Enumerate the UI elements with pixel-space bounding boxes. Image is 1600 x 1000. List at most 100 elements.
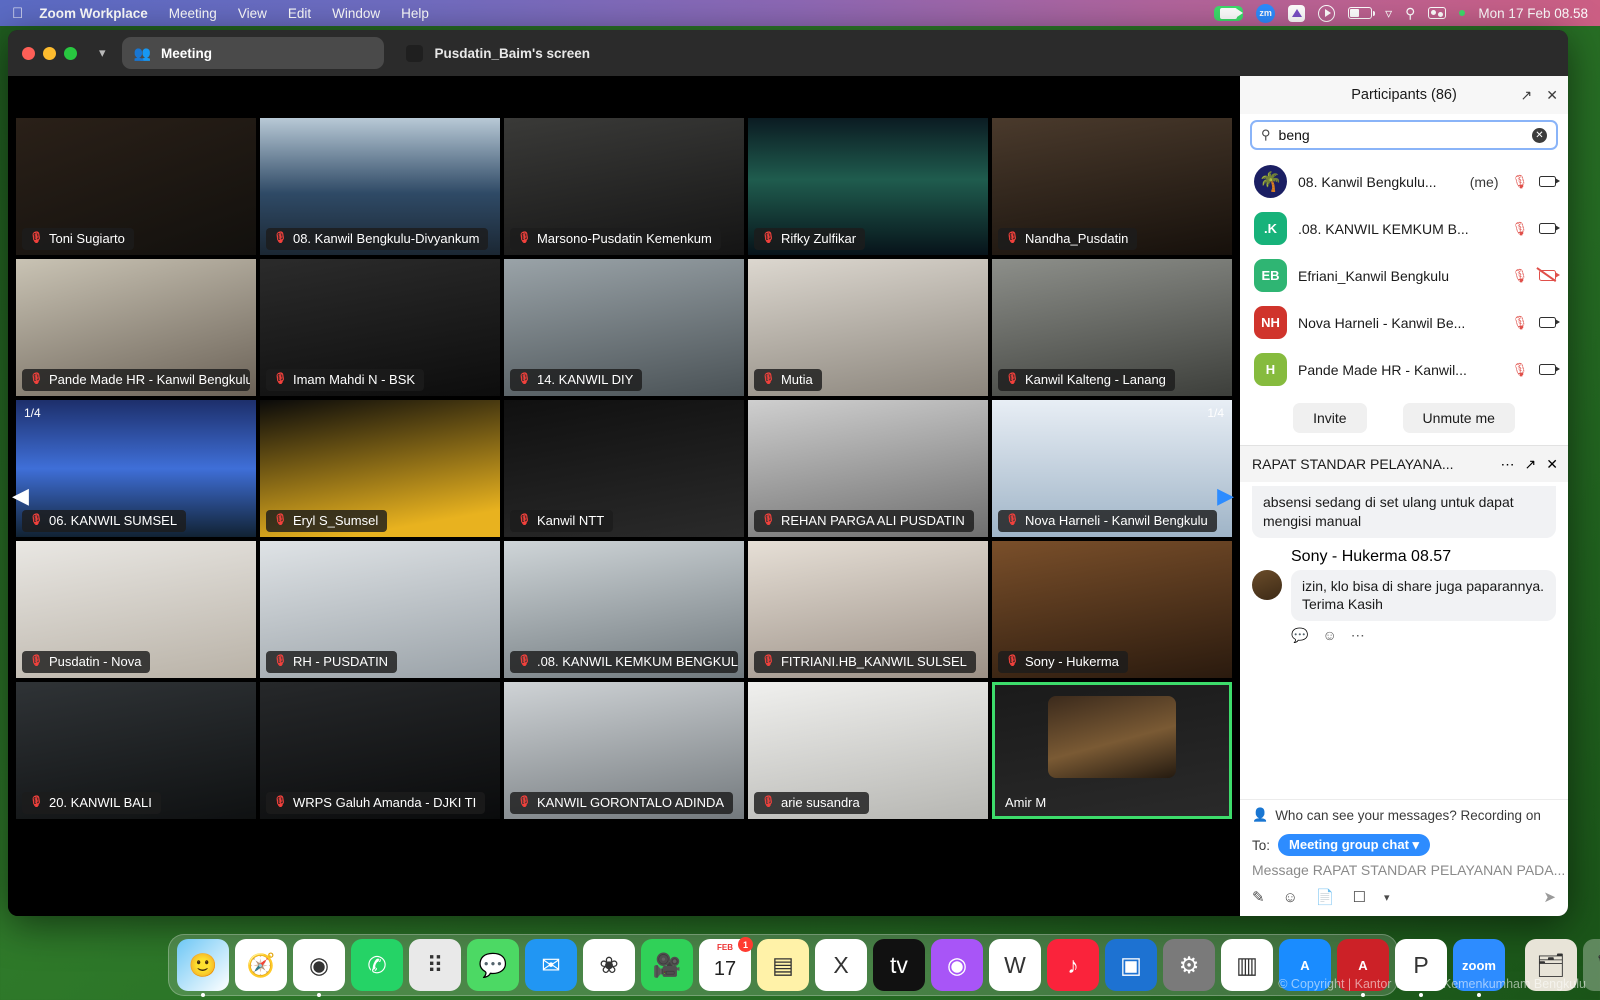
video-tile[interactable]: 🎙 Sony - Hukerma [992, 541, 1232, 678]
video-tile[interactable]: Amir M [992, 682, 1232, 819]
menu-item-edit[interactable]: Edit [288, 6, 311, 21]
video-tile[interactable]: 🎙 Toni Sugiarto [16, 118, 256, 255]
mic-muted-icon[interactable]: 🎙 [1511, 362, 1528, 378]
video-tile[interactable]: 🎙 Kanwil NTT [504, 400, 744, 537]
spotlight-search-icon[interactable]: ⚲ [1405, 5, 1415, 22]
camera-on-icon[interactable] [1539, 317, 1560, 328]
chat-recipient-dropdown[interactable]: Meeting group chat ▾ [1278, 834, 1431, 856]
settings-icon[interactable]: ⚙ [1163, 939, 1215, 991]
menu-item-zoom-workplace[interactable]: Zoom Workplace [39, 6, 148, 21]
word-icon[interactable]: W [989, 939, 1041, 991]
reply-icon[interactable]: 💬 [1291, 627, 1308, 644]
video-tile[interactable]: 🎙 WRPS Galuh Amanda - DJKI TI [260, 682, 500, 819]
menu-item-help[interactable]: Help [401, 6, 429, 21]
appletv-icon[interactable]: tv [873, 939, 925, 991]
video-tile[interactable]: 🎙 Marsono-Pusdatin Kemenkum [504, 118, 744, 255]
mic-muted-icon[interactable]: 🎙 [1511, 174, 1528, 190]
unmute-me-button[interactable]: Unmute me [1402, 403, 1515, 433]
camera-on-icon[interactable] [1539, 364, 1560, 375]
video-tile[interactable]: 🎙 Nova Harneli - Kanwil Bengkulu 1/4 [992, 400, 1232, 537]
tab-meeting[interactable]: 👥 Meeting [121, 37, 384, 69]
zoom-menu-icon[interactable]: zm [1256, 3, 1276, 23]
clear-icon[interactable]: ✕ [1532, 127, 1547, 143]
chat-popout-icon[interactable]: ↗ [1525, 457, 1537, 471]
battery-charging-icon[interactable] [1348, 7, 1376, 19]
finder-icon[interactable]: 🙂 [177, 939, 229, 997]
popout-icon[interactable]: ↗ [1521, 88, 1533, 102]
messages-icon[interactable]: 💬 [467, 939, 519, 991]
participant-row[interactable]: 🌴 08. Kanwil Bengkulu... (me) 🎙 [1240, 158, 1568, 205]
control-center-icon[interactable] [1428, 7, 1447, 19]
menu-item-view[interactable]: View [238, 6, 267, 21]
participant-row[interactable]: .K .08. KANWIL KEMKUM B... 🎙 [1240, 205, 1568, 252]
participant-row[interactable]: H Pande Made HR - Kanwil... 🎙 [1240, 346, 1568, 393]
invite-button[interactable]: Invite [1293, 403, 1367, 433]
video-tile[interactable]: 🎙 Rifky Zulfikar [748, 118, 988, 255]
menu-item-window[interactable]: Window [332, 6, 380, 21]
next-page-arrow[interactable]: ▶ [1217, 483, 1234, 509]
video-tile[interactable]: 🎙 Nandha_Pusdatin [992, 118, 1232, 255]
screen-share-indicator[interactable]: Pusdatin_Baim's screen [405, 44, 590, 62]
format-text-icon[interactable]: ✎ [1252, 888, 1265, 906]
excel-icon[interactable]: X [815, 939, 867, 991]
close-window-button[interactable] [22, 46, 35, 60]
screenshot-icon[interactable]: ☐ [1353, 888, 1366, 906]
mail-icon[interactable]: ✉ [525, 939, 577, 991]
menubar-clock[interactable]: Mon 17 Feb 08.58 [1478, 6, 1588, 21]
participants-search-box[interactable]: ⚲ ✕ [1250, 120, 1558, 150]
video-tile[interactable]: 🎙 Eryl S_Sumsel [260, 400, 500, 537]
participant-row[interactable]: NH Nova Harneli - Kanwil Be... 🎙 [1240, 299, 1568, 346]
camera-on-icon[interactable] [1539, 223, 1560, 234]
play-circle-icon[interactable] [1318, 4, 1336, 22]
chat-input[interactable]: Message RAPAT STANDAR PELAYANAN PADA... [1240, 858, 1568, 878]
safari-icon[interactable]: 🧭 [235, 939, 287, 991]
wifi-icon[interactable]: ▿ [1385, 5, 1392, 22]
launchpad-icon[interactable]: ⠿ [409, 939, 461, 991]
numbers-icon[interactable]: ▥ [1221, 939, 1273, 991]
participant-row[interactable]: EB Efriani_Kanwil Bengkulu 🎙 [1240, 252, 1568, 299]
video-tile[interactable]: 🎙 08. Kanwil Bengkulu-Divyankum [260, 118, 500, 255]
camera-on-icon[interactable] [1539, 176, 1560, 187]
previous-page-arrow[interactable]: ◀ [12, 483, 29, 509]
video-tile[interactable]: 🎙 20. KANWIL BALI [16, 682, 256, 819]
keynote-icon[interactable]: ▣ [1105, 939, 1157, 991]
chevron-down-icon[interactable]: ▾ [1384, 891, 1390, 904]
camera-recording-icon[interactable] [1214, 5, 1244, 21]
video-tile[interactable]: 🎙 14. KANWIL DIY [504, 259, 744, 396]
video-tile[interactable]: 🎙 Kanwil Kalteng - Lanang [992, 259, 1232, 396]
facetime-icon[interactable]: 🎥 [641, 939, 693, 991]
video-tile[interactable]: 🎙 06. KANWIL SUMSEL 1/4 [16, 400, 256, 537]
video-tile[interactable]: 🎙 FITRIANI.HB_KANWIL SULSEL [748, 541, 988, 678]
chat-close-icon[interactable]: ✕ [1546, 457, 1558, 471]
search-input[interactable] [1278, 127, 1524, 143]
video-tile[interactable]: 🎙 arie susandra [748, 682, 988, 819]
photos-icon[interactable]: ❀ [583, 939, 635, 991]
more-dots-icon[interactable]: ⋯ [1501, 457, 1515, 471]
emoji-icon[interactable]: ☺ [1283, 889, 1298, 906]
maximize-window-button[interactable] [64, 46, 77, 60]
menu-item-meeting[interactable]: Meeting [169, 6, 217, 21]
video-tile[interactable]: 🎙 Pande Made HR - Kanwil Bengkulu [16, 259, 256, 396]
video-tile[interactable]: 🎙 RH - PUSDATIN [260, 541, 500, 678]
minimize-window-button[interactable] [43, 46, 56, 60]
mic-muted-icon[interactable]: 🎙 [1511, 221, 1528, 237]
video-tile[interactable]: 🎙 KANWIL GORONTALO ADINDA [504, 682, 744, 819]
mic-muted-icon[interactable]: 🎙 [1511, 268, 1528, 284]
calendar-icon[interactable]: 17 FEB 1 [699, 937, 753, 991]
chevron-down-icon[interactable]: ▾ [99, 45, 106, 61]
video-tile[interactable]: 🎙 Pusdatin - Nova [16, 541, 256, 678]
whatsapp-icon[interactable]: ✆ [351, 939, 403, 991]
video-tile[interactable]: 🎙 REHAN PARGA ALI PUSDATIN [748, 400, 988, 537]
drive-icon[interactable] [1288, 4, 1306, 22]
chat-privacy-note[interactable]: 👤 Who can see your messages? Recording o… [1240, 799, 1568, 830]
mic-muted-icon[interactable]: 🎙 [1511, 315, 1528, 331]
video-tile[interactable]: 🎙 Imam Mahdi N - BSK [260, 259, 500, 396]
notes-icon[interactable]: ▤ [757, 939, 809, 991]
close-icon[interactable]: ✕ [1546, 88, 1558, 102]
music-icon[interactable]: ♪ [1047, 939, 1099, 991]
file-icon[interactable]: 📄 [1316, 888, 1335, 906]
send-icon[interactable]: ➤ [1543, 888, 1556, 906]
podcasts-icon[interactable]: ◉ [931, 939, 983, 991]
apple-logo-icon[interactable]:  [12, 6, 23, 21]
video-tile[interactable]: 🎙 .08. KANWIL KEMKUM BENGKULU [504, 541, 744, 678]
